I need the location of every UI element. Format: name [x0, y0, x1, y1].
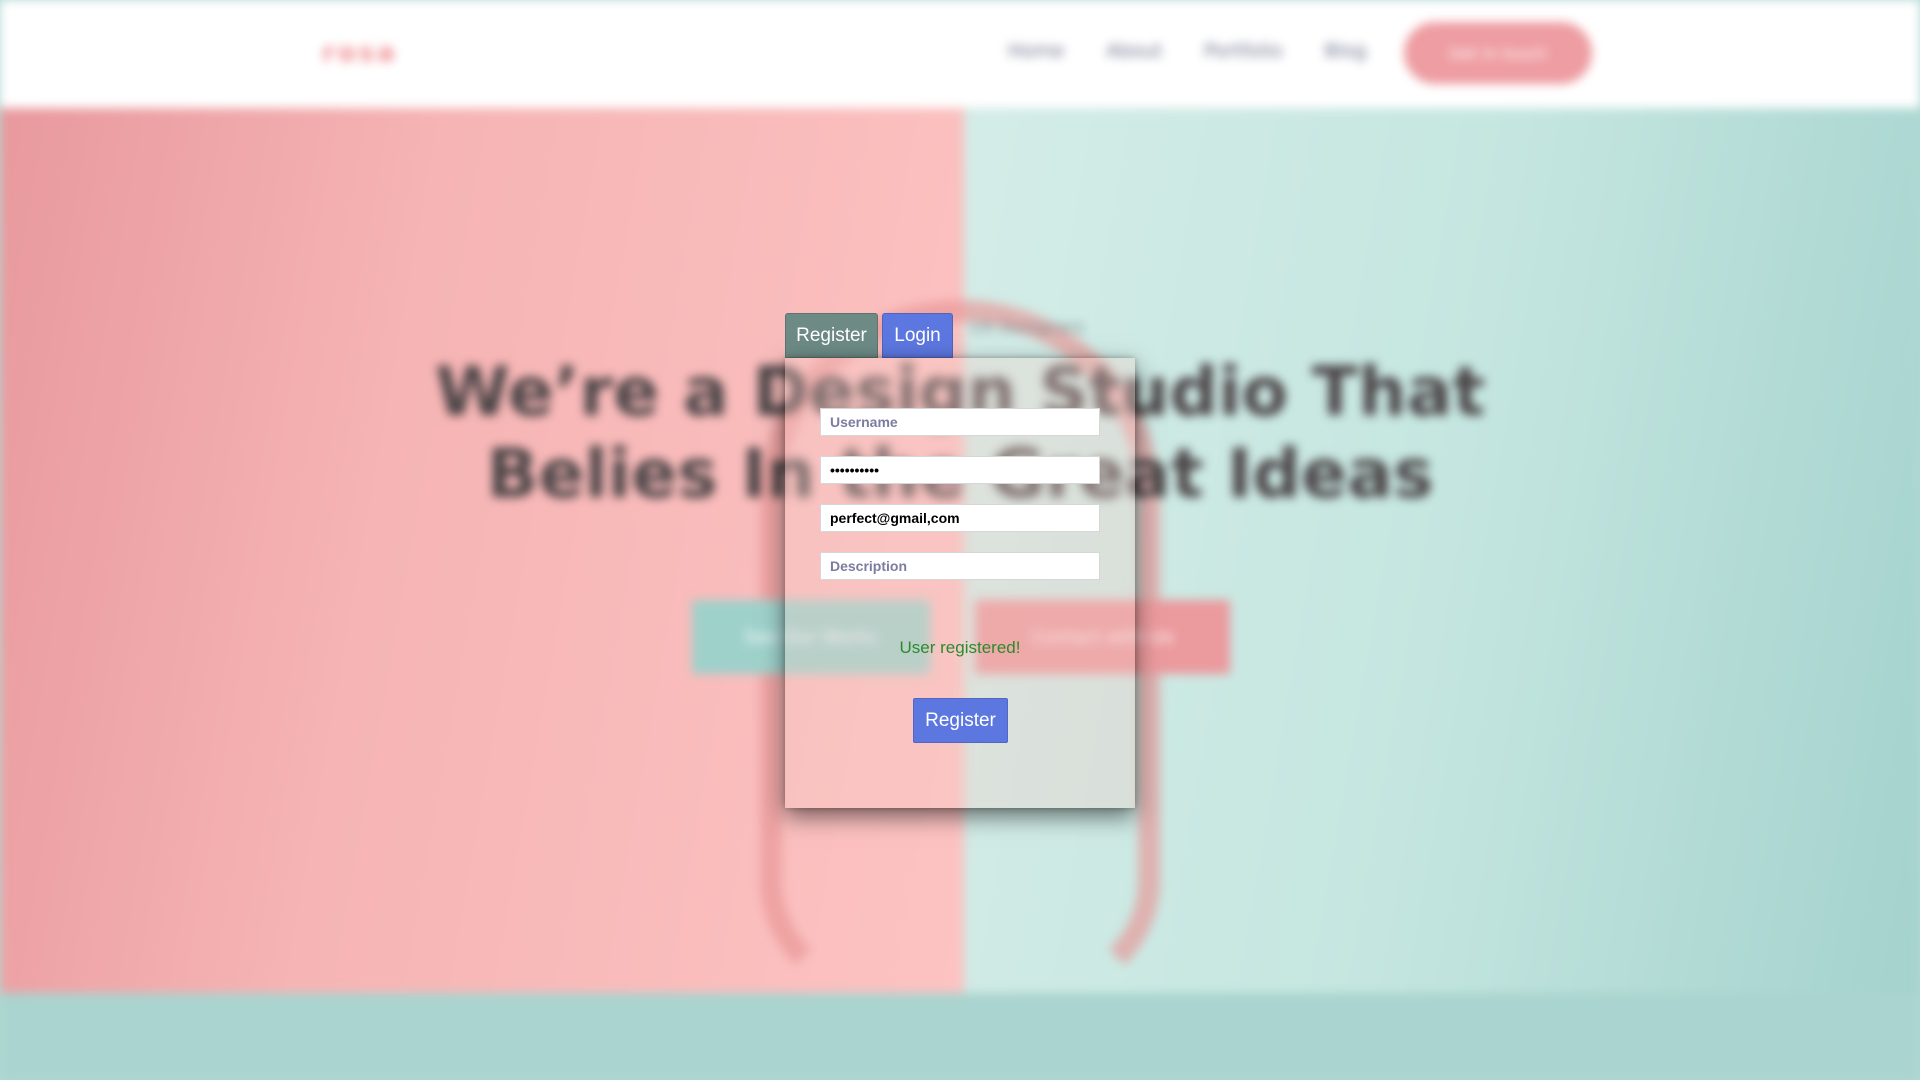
get-in-touch-button: Get in touch	[1404, 22, 1592, 84]
register-submit-button[interactable]: Register	[913, 698, 1008, 743]
site-logo: rosa	[322, 38, 398, 68]
description-input[interactable]	[820, 552, 1100, 580]
email-input[interactable]	[820, 504, 1100, 532]
nav-link-home: Home	[1008, 40, 1065, 62]
tab-register[interactable]: Register	[785, 313, 878, 358]
register-modal: User registered! Register	[785, 358, 1135, 808]
tab-login[interactable]: Login	[882, 313, 953, 358]
hero-eyebrow: UX Designers	[970, 318, 1085, 338]
bottom-section	[0, 993, 1920, 1080]
nav-link-blog: Blog	[1324, 40, 1367, 62]
nav-link-portfolio: Portfolio	[1204, 40, 1283, 62]
nav-link-about: About	[1106, 40, 1163, 62]
username-input[interactable]	[820, 408, 1100, 436]
top-navigation-bar: rosa Home About Portfolio Blog Get in to…	[0, 0, 1920, 108]
status-message: User registered!	[899, 638, 1021, 657]
password-input[interactable]	[820, 456, 1100, 484]
nav-links: Home About Portfolio Blog	[1008, 40, 1366, 62]
